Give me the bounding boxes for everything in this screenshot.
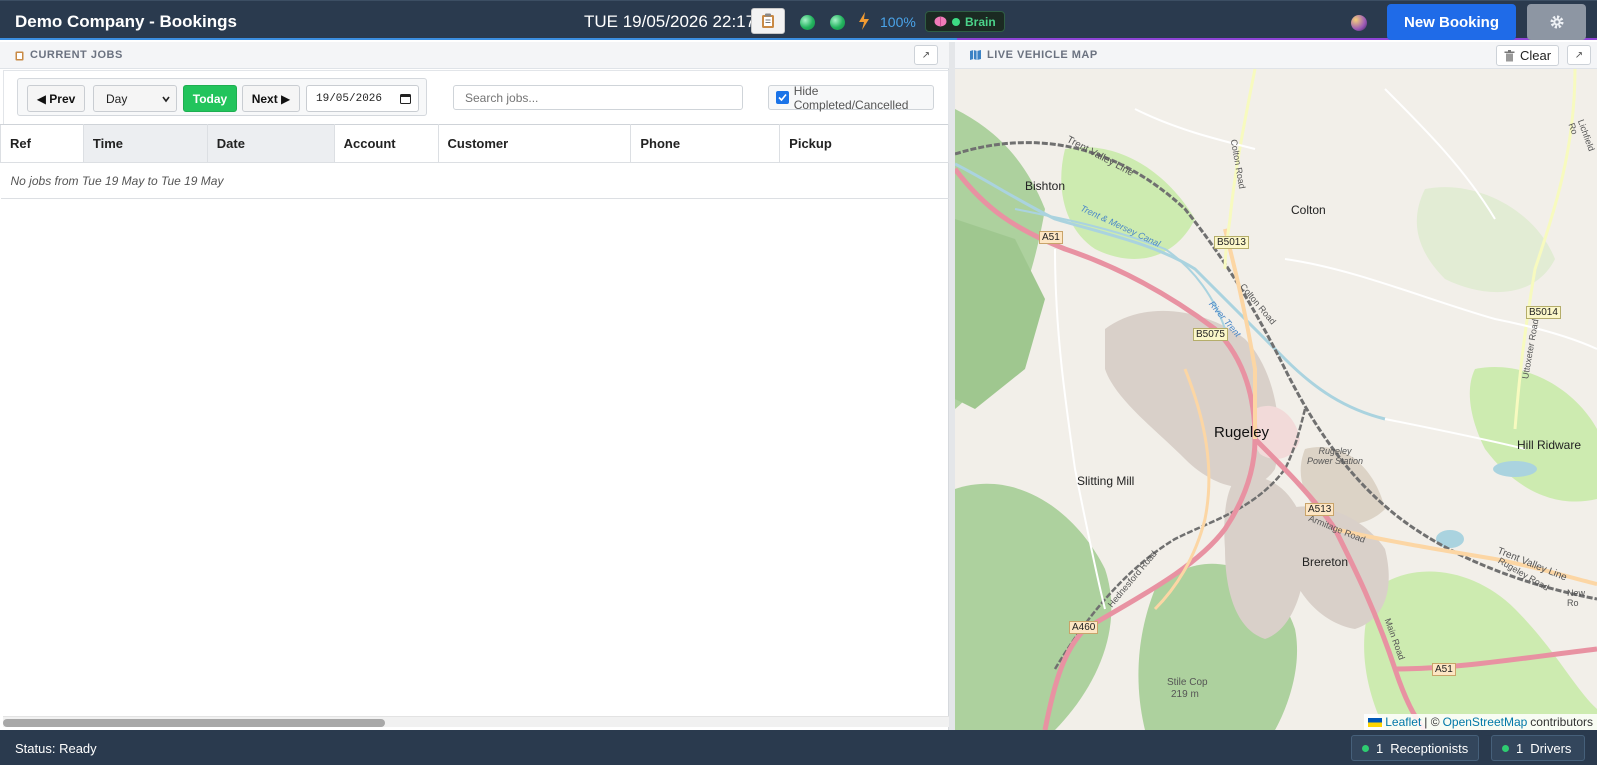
gear-icon (1550, 15, 1563, 29)
status-bar: Status: Ready 1 Receptionists 1 Drivers (0, 730, 1597, 765)
connection-status-icon (800, 15, 815, 30)
today-button[interactable]: Today (183, 85, 237, 112)
date-navigation-group: ◀ Prev Day Today Next ▶ 19/05/2026 (17, 78, 427, 116)
receptionists-indicator[interactable]: 1 Receptionists (1351, 735, 1479, 761)
empty-row: No jobs from Tue 19 May to Tue 19 May (0, 162, 949, 199)
column-header-customer[interactable]: Customer (437, 124, 632, 163)
expand-map-button[interactable]: ↗ (1567, 45, 1591, 65)
road-ref-a513: A513 (1305, 503, 1335, 516)
road-ref-b5075: B5075 (1193, 328, 1228, 341)
search-jobs-input[interactable] (453, 85, 743, 110)
road-ref-a460: A460 (1069, 621, 1099, 634)
chevron-down-icon (162, 96, 170, 103)
drivers-indicator[interactable]: 1 Drivers (1491, 735, 1585, 761)
top-header: Demo Company - Bookings TUE 19/05/2026 2… (0, 0, 1597, 40)
scrollbar-thumb[interactable] (3, 719, 385, 727)
server-status-icon (830, 15, 845, 30)
brain-online-dot (952, 17, 960, 26)
map-label-brereton: Brereton (1302, 555, 1349, 569)
prev-button[interactable]: ◀ Prev (27, 85, 85, 112)
map-label-new-road: New Ro (1567, 588, 1586, 608)
column-header-phone[interactable]: Phone (630, 124, 781, 163)
clipboard-button[interactable] (751, 8, 785, 34)
app-title: Demo Company - Bookings (15, 12, 237, 31)
map-label-colton: Colton (1291, 203, 1326, 217)
expand-icon: ↗ (921, 49, 931, 61)
power-bolt-icon (859, 12, 869, 30)
expand-icon: ↗ (1574, 49, 1584, 61)
clear-map-button[interactable]: Clear (1496, 45, 1559, 66)
map-label-bishton: Bishton (1025, 179, 1066, 193)
theme-toggle-icon[interactable] (1351, 15, 1367, 31)
map-label-power-station: Rugeley Power Station (1306, 446, 1364, 466)
column-header-date[interactable]: Date (206, 124, 335, 163)
calendar-icon[interactable] (400, 93, 411, 104)
column-header-ref[interactable]: Ref (0, 124, 84, 163)
checkmark-icon (778, 93, 787, 102)
receptionists-label: Receptionists (1390, 740, 1469, 756)
clipboard-icon (762, 13, 774, 28)
hide-completed-toggle[interactable]: Hide Completed/Cancelled (768, 83, 934, 112)
trash-icon (1504, 49, 1515, 61)
live-map-title: LIVE VEHICLE MAP (987, 49, 1098, 61)
date-picker-input[interactable]: 19/05/2026 (306, 85, 419, 112)
road-ref-a51-west: A51 (1039, 231, 1063, 244)
receptionists-online-dot (1362, 744, 1369, 752)
map-attribution: Leaflet | © OpenStreetMap contributors (1364, 714, 1597, 730)
column-header-time[interactable]: Time (82, 124, 208, 163)
brain-label: Brain (965, 14, 996, 29)
attribution-suffix: contributors (1530, 715, 1593, 729)
next-button[interactable]: Next ▶ (242, 85, 300, 112)
drivers-count: 1 (1516, 740, 1524, 756)
current-datetime: TUE 19/05/2026 22:17 (584, 12, 756, 31)
brain-icon (934, 16, 947, 27)
osm-link[interactable]: OpenStreetMap (1443, 715, 1528, 729)
view-select[interactable]: Day (93, 85, 177, 112)
map-label-stile-cop: Stile Cop (1167, 677, 1208, 688)
map-label-hill-ridware: Hill Ridware (1517, 438, 1582, 452)
map-label-slitting-mill: Slitting Mill (1077, 474, 1135, 488)
map-icon (970, 50, 981, 60)
clear-label: Clear (1519, 48, 1552, 63)
no-jobs-message: No jobs from Tue 19 May to Tue 19 May (0, 162, 949, 199)
settings-button[interactable] (1527, 4, 1586, 40)
jobs-toolbar: ◀ Prev Day Today Next ▶ 19/05/2026 Hide … (3, 70, 949, 125)
expand-jobs-button[interactable]: ↗ (914, 45, 938, 65)
jobs-table: Ref Time Date Account Customer Phone Pic… (0, 124, 949, 199)
road-ref-b5014: B5014 (1526, 306, 1561, 319)
current-jobs-header: CURRENT JOBS ↗ (0, 42, 949, 69)
column-header-pickup[interactable]: Pickup (779, 124, 949, 163)
drivers-label: Drivers (1530, 740, 1572, 756)
ukraine-flag-icon (1368, 717, 1383, 727)
date-picker-value: 19/05/2026 (316, 92, 383, 105)
map-label-stile-cop-height: 219 m (1171, 689, 1199, 700)
status-text: Status: Ready (15, 741, 97, 756)
attribution-separator: | © (1424, 715, 1440, 729)
map-tiles (955, 69, 1597, 730)
road-ref-b5013: B5013 (1214, 236, 1249, 249)
map-label-rugeley: Rugeley (1214, 424, 1270, 441)
column-header-account[interactable]: Account (333, 124, 439, 163)
clipboard-icon (15, 51, 24, 60)
leaflet-link[interactable]: Leaflet (1385, 715, 1421, 729)
receptionists-count: 1 (1376, 740, 1384, 756)
current-jobs-title: CURRENT JOBS (30, 49, 123, 61)
brain-status-badge[interactable]: Brain (925, 11, 1005, 32)
hide-completed-label: Hide Completed/Cancelled (793, 83, 909, 112)
drivers-online-dot (1502, 744, 1509, 752)
road-ref-a51-east: A51 (1432, 663, 1456, 676)
horizontal-scrollbar[interactable] (3, 716, 949, 727)
new-booking-button[interactable]: New Booking (1387, 4, 1516, 40)
table-header-row: Ref Time Date Account Customer Phone Pic… (0, 124, 949, 163)
view-select-value: Day (106, 91, 128, 106)
hide-completed-checkbox[interactable] (776, 91, 789, 104)
vehicle-map[interactable]: Bishton Colton Rugeley Slitting Mill Hil… (955, 69, 1597, 730)
power-percentage: 100% (880, 14, 916, 30)
